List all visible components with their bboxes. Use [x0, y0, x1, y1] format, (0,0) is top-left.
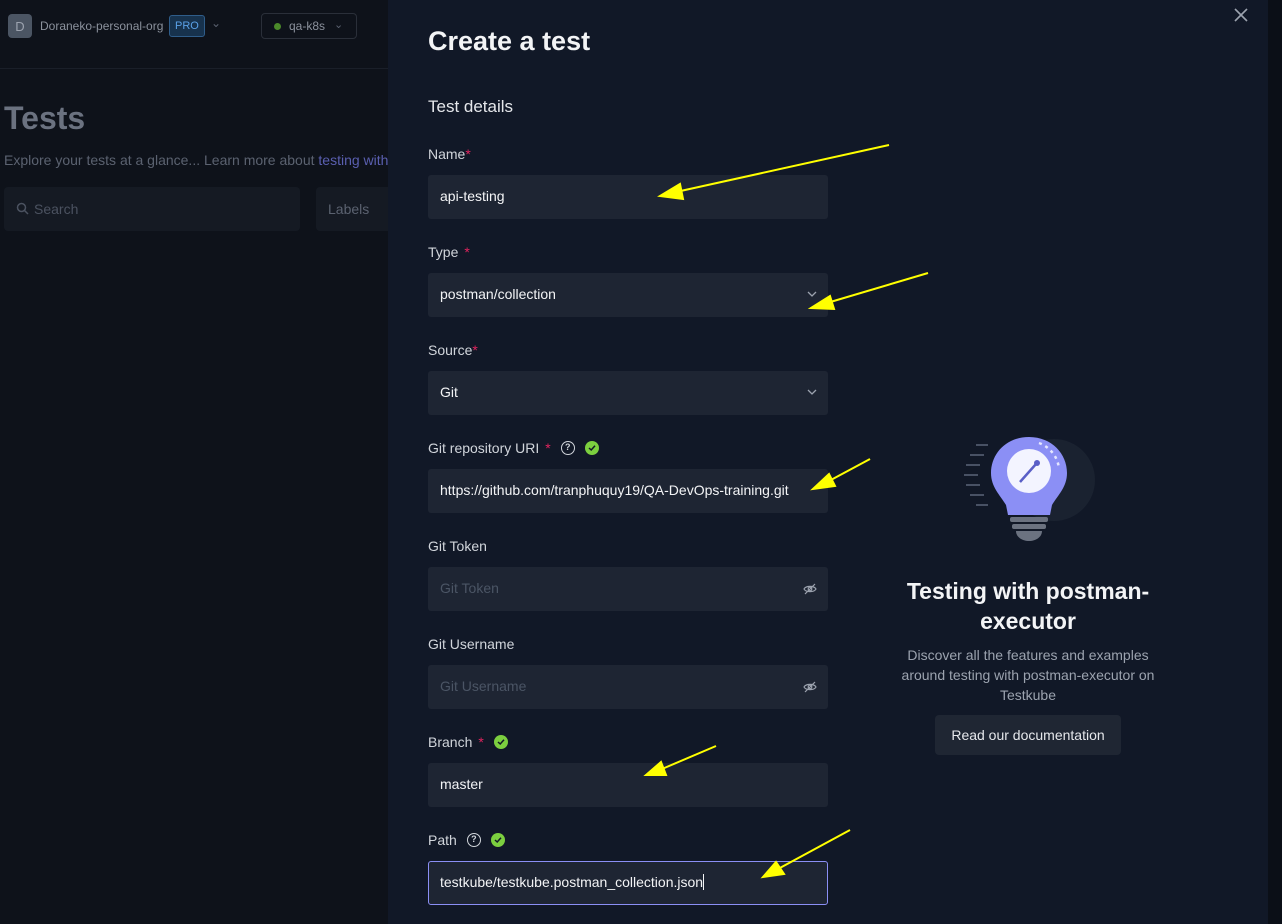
read-documentation-button[interactable]: Read our documentation — [935, 715, 1121, 755]
org-name[interactable]: Doraneko-personal-org — [40, 19, 163, 33]
username-placeholder: Git Username — [440, 678, 527, 694]
eye-off-icon[interactable] — [803, 681, 817, 693]
path-value-wrap: testkube/testkube.postman_collection.jso… — [440, 874, 705, 890]
chevron-down-icon — [807, 389, 817, 395]
required-mark: * — [545, 440, 551, 456]
required-mark: * — [472, 342, 478, 358]
status-dot-icon — [274, 23, 281, 30]
source-value: Git — [440, 384, 458, 400]
subtitle-text: Explore your tests at a glance... Learn … — [4, 152, 315, 168]
search-icon — [16, 202, 29, 215]
git-username-input[interactable]: Git Username — [428, 665, 828, 709]
username-label-text: Git Username — [428, 636, 515, 652]
labels-filter[interactable]: Labels — [316, 187, 388, 231]
type-value: postman/collection — [440, 286, 556, 302]
source-label-text: Source — [428, 342, 473, 358]
name-input[interactable]: api-testing — [428, 175, 828, 219]
branch-label-text: Branch — [428, 734, 473, 750]
type-select[interactable]: postman/collection — [428, 273, 828, 317]
type-label-text: Type — [428, 244, 459, 260]
path-value: testkube/testkube.postman_collection.jso… — [440, 874, 704, 890]
org-avatar[interactable]: D — [8, 14, 32, 38]
repo-uri-input[interactable]: https://github.com/tranphuquy19/QA-DevOp… — [428, 469, 828, 513]
page-subtitle: Explore your tests at a glance... Learn … — [4, 152, 388, 168]
docs-link[interactable]: testing with — [318, 152, 388, 168]
required-mark: * — [464, 244, 470, 260]
chevron-down-icon — [807, 291, 817, 297]
page-title: Tests — [4, 100, 86, 136]
chevron-down-icon[interactable]: ⌄ — [211, 16, 221, 30]
git-token-input[interactable]: Git Token — [428, 567, 828, 611]
branch-value: master — [440, 776, 483, 792]
environment-name: qa-k8s — [289, 19, 326, 33]
check-circle-icon — [490, 833, 505, 847]
repo-label: Git repository URI * ? — [428, 440, 599, 456]
repo-uri-value: https://github.com/tranphuquy19/QA-DevOp… — [440, 482, 789, 498]
check-circle-icon — [584, 441, 599, 455]
drawer-edge — [1268, 0, 1282, 924]
path-label-text: Path — [428, 832, 457, 848]
name-label: Name * — [428, 146, 471, 162]
close-icon[interactable] — [1232, 6, 1250, 24]
section-title: Test details — [428, 97, 514, 116]
chevron-down-icon: ⌄ — [334, 19, 344, 31]
help-icon[interactable]: ? — [560, 441, 575, 455]
search-placeholder: Search — [34, 201, 79, 217]
info-description: Discover all the features and examples a… — [901, 647, 1155, 703]
token-placeholder: Git Token — [440, 580, 499, 596]
path-label: Path ? — [428, 832, 505, 848]
background-page: D Doraneko-personal-org PRO ⌄ qa-k8s ⌄ T… — [0, 0, 388, 924]
token-label-text: Git Token — [428, 538, 487, 554]
source-select[interactable]: Git — [428, 371, 828, 415]
required-mark: * — [478, 734, 484, 750]
token-label: Git Token — [428, 538, 487, 554]
plan-badge: PRO — [169, 15, 205, 37]
name-label-text: Name — [428, 146, 466, 162]
branch-label: Branch * — [428, 734, 508, 750]
source-label: Source * — [428, 342, 478, 358]
name-value: api-testing — [440, 188, 505, 204]
username-label: Git Username — [428, 636, 514, 652]
type-label: Type * — [428, 244, 470, 260]
info-title: Testing with postman-executor — [906, 578, 1150, 634]
repo-label-text: Git repository URI — [428, 440, 540, 456]
check-circle-icon — [493, 735, 508, 749]
environment-select[interactable]: qa-k8s ⌄ — [261, 13, 357, 39]
path-input[interactable]: testkube/testkube.postman_collection.jso… — [428, 861, 828, 905]
text-cursor — [703, 874, 705, 890]
help-icon[interactable]: ? — [466, 833, 481, 847]
drawer-title: Create a test — [428, 26, 591, 56]
search-input[interactable]: Search — [4, 187, 300, 231]
labels-filter-label: Labels — [328, 201, 370, 217]
top-bar: D Doraneko-personal-org PRO ⌄ qa-k8s ⌄ — [0, 0, 388, 69]
eye-off-icon[interactable] — [803, 583, 817, 595]
lightbulb-postman-icon — [964, 437, 1095, 541]
branch-input[interactable]: master — [428, 763, 828, 807]
required-mark: * — [465, 146, 471, 162]
